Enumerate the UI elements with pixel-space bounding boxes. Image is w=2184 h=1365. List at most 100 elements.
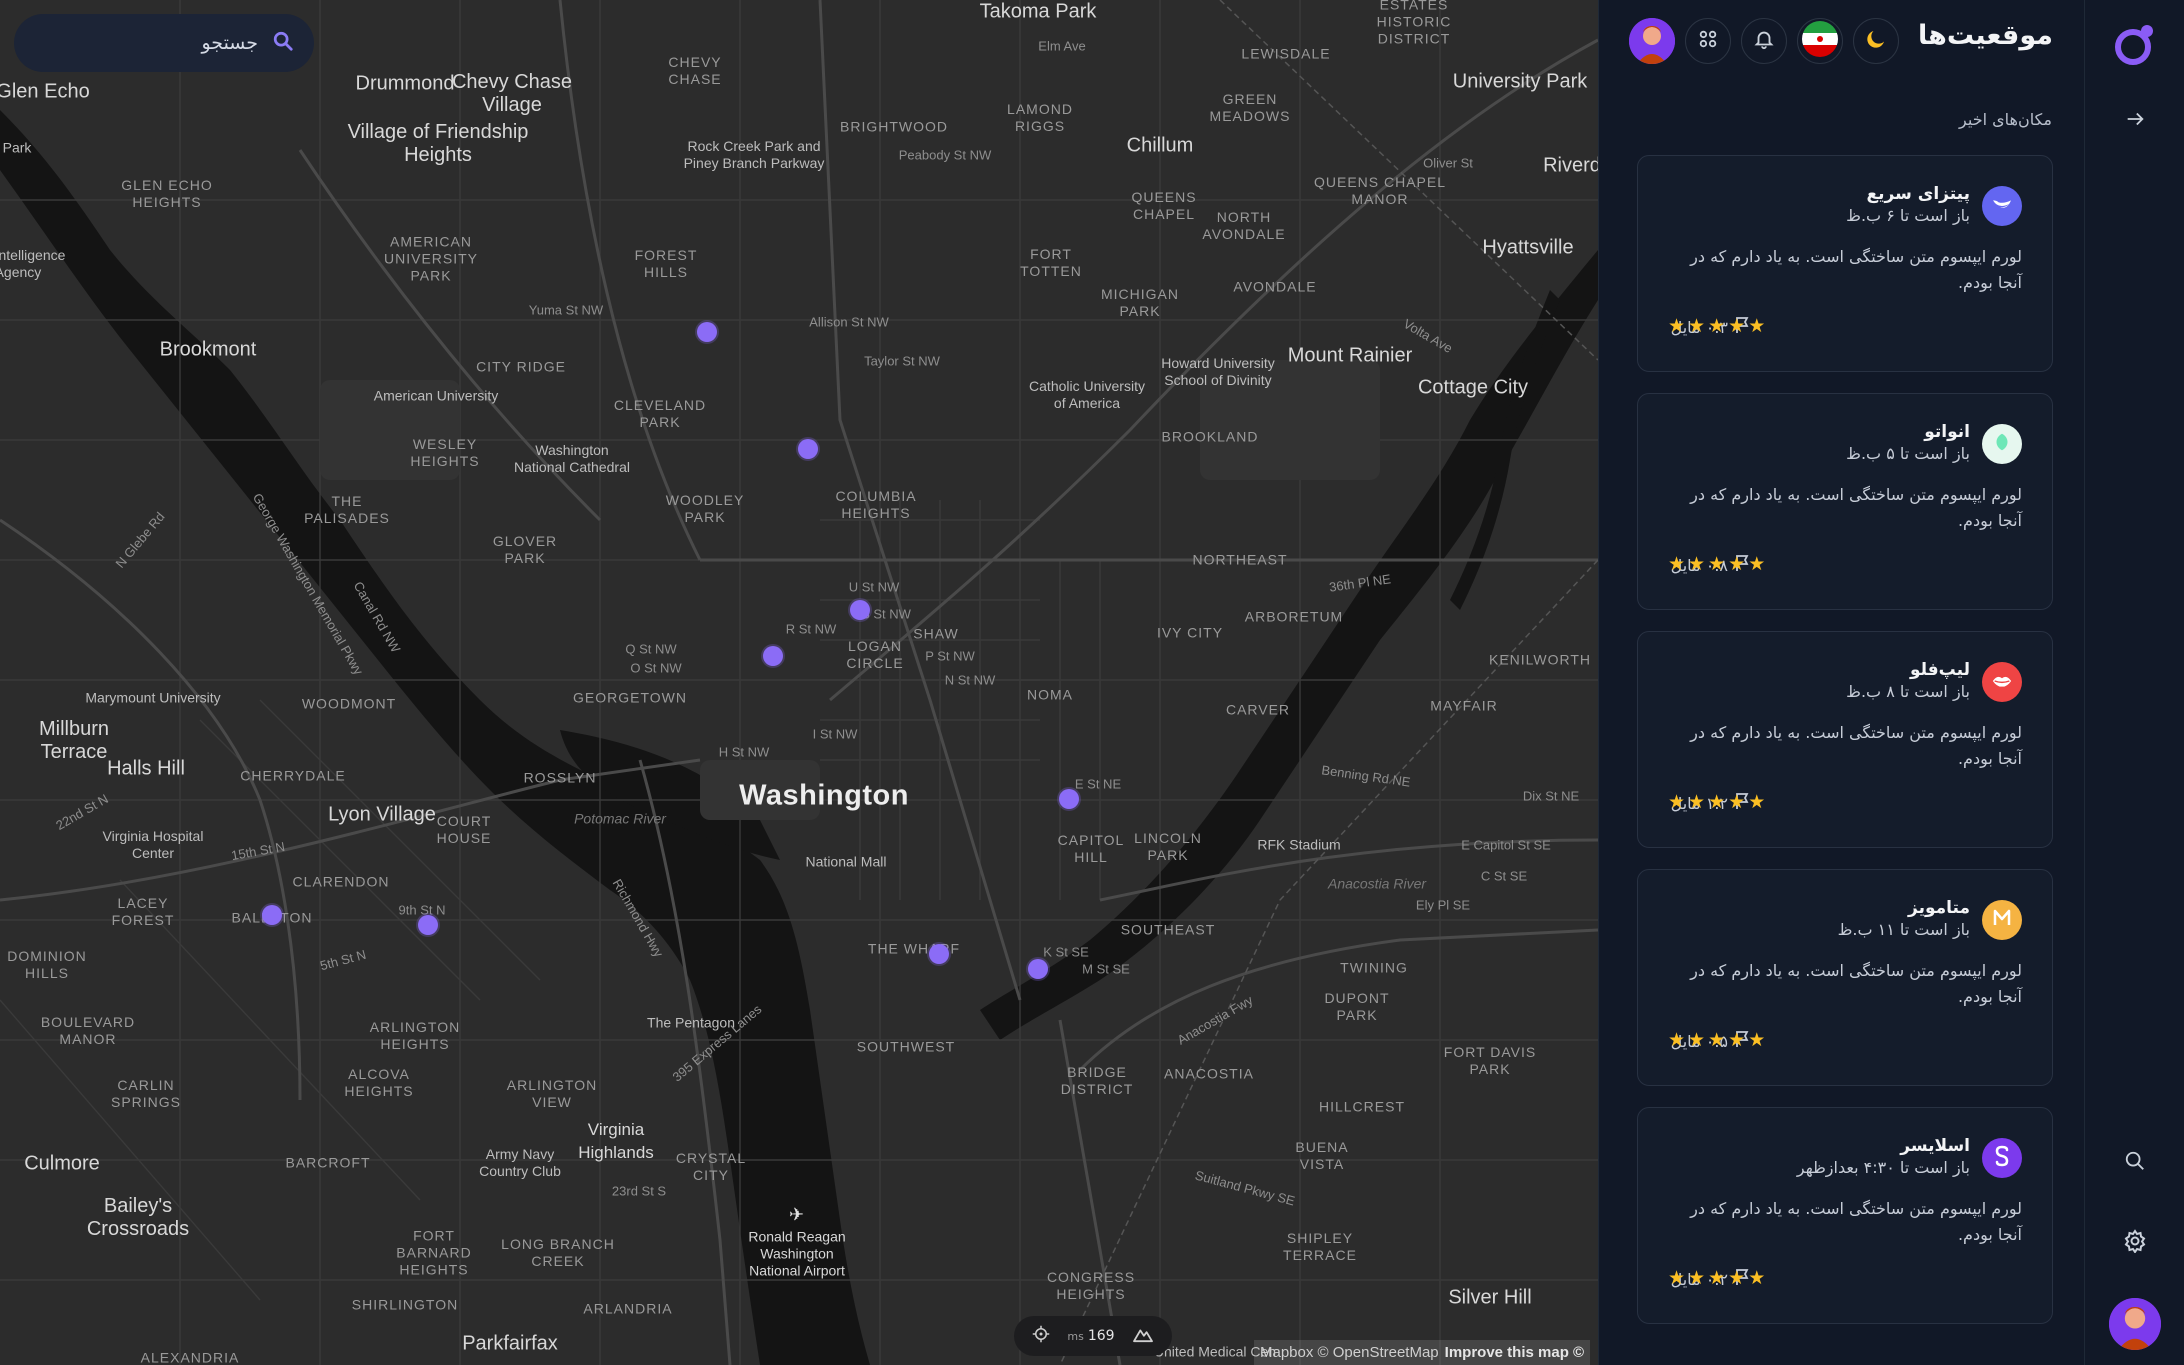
theme-toggle-button[interactable] (1853, 18, 1899, 64)
profile-avatar[interactable] (2109, 1298, 2161, 1350)
map-poi: Marymount University (85, 689, 221, 706)
map-label: CRYSTAL CITY (675, 1150, 747, 1183)
search-input[interactable] (38, 32, 258, 54)
map-label: COURT HOUSE (436, 813, 492, 846)
map-poi: Ronald Reagan Washington National Airpor… (748, 1228, 846, 1279)
location-pin[interactable] (798, 439, 818, 459)
map-label: NORTH AVONDALE (1202, 209, 1286, 242)
map-label: MICHIGAN PARK (1101, 286, 1179, 319)
location-pin[interactable] (929, 944, 949, 964)
expand-panel-button[interactable] (2115, 101, 2155, 141)
map-view[interactable]: Takoma Park Chevy Chase Village Drummond… (0, 0, 1598, 1365)
location-pin[interactable] (850, 600, 870, 620)
map-poi: Catholic University of America (1029, 378, 1145, 411)
map-label: Brookmont (159, 338, 257, 361)
place-card[interactable]: پیتزای سریع باز است تا ۶ ب.ظ لورم ایپسوم… (1637, 155, 2053, 372)
notifications-button[interactable] (1741, 18, 1787, 64)
place-logo (1982, 186, 2022, 226)
place-description: لورم ایپسوم متن ساختگی است. به یاد دارم … (1690, 1199, 2022, 1244)
map-label: LAMOND RIGGS (1007, 101, 1073, 134)
nav-rail (2084, 0, 2184, 1365)
place-card[interactable]: انواتو باز است تا ۵ ب.ظ لورم ایپسوم متن … (1637, 393, 2053, 610)
app-logo[interactable] (2110, 20, 2160, 70)
place-name[interactable]: اسلایسر (1900, 1136, 1970, 1156)
lips-icon (1991, 672, 2013, 693)
s-letter-icon (1994, 1145, 2010, 1172)
map-label: BRIGHTWOOD (840, 118, 948, 135)
map-street: M St SE (1082, 961, 1130, 977)
location-pin[interactable] (262, 905, 282, 925)
map-label: Mount Rainier (1287, 344, 1413, 367)
map-label: ANACOSTIA (1164, 1065, 1254, 1082)
place-hours: باز است تا ۸ ب.ظ (1846, 682, 1970, 701)
star-icon: ★ (1728, 791, 1746, 813)
map-poi: American University (373, 387, 499, 404)
place-description: لورم ایپسوم متن ساختگی است. به یاد دارم … (1690, 961, 2022, 1006)
map-street: U St NW (848, 579, 900, 595)
page-title: موقعیت‌ها (1917, 20, 2053, 51)
location-pin[interactable] (697, 322, 717, 342)
map-label: FORT BARNARD HEIGHTS (396, 1227, 472, 1278)
map-label: FORT DAVIS PARK (1443, 1044, 1537, 1077)
map-label: MAYFAIR (1430, 697, 1498, 714)
place-card[interactable]: اسلایسر باز است تا ۴:۳۰ بعدازظهر لورم ای… (1637, 1107, 2053, 1324)
map-street: E St NE (1074, 776, 1122, 792)
apps-button[interactable] (1685, 18, 1731, 64)
map-street: K St SE (1043, 944, 1089, 960)
map-label: LINCOLN PARK (1134, 830, 1202, 863)
star-icon: ★ (1668, 315, 1686, 337)
terrain-icon[interactable] (1132, 1325, 1154, 1347)
place-hours: باز است تا ۴:۳۰ بعدازظهر (1796, 1158, 1970, 1177)
user-avatar[interactable] (1629, 18, 1675, 64)
map-label: Drummond (355, 72, 455, 95)
place-card[interactable]: متامویز باز است تا ۱۱ ب.ظ لورم ایپسوم مت… (1637, 869, 2053, 1086)
map-label: SHAW (913, 625, 959, 642)
rail-search-button[interactable] (2115, 1143, 2155, 1183)
map-poi: Rock Creek Park and Piney Branch Parkway (683, 138, 825, 171)
place-name[interactable]: انواتو (1924, 422, 1970, 442)
location-pin[interactable] (1059, 789, 1079, 809)
map-poi: Virginia Hospital Center (102, 828, 204, 861)
place-name[interactable]: پیتزای سریع (1867, 184, 1970, 204)
map-search-bar[interactable] (14, 14, 314, 72)
map-poi: Intelligence Agency (0, 247, 66, 280)
star-icon: ★ (1728, 1029, 1746, 1051)
place-card[interactable]: لیپ‌فلو باز است تا ۸ ب.ظ لورم ایپسوم متن… (1637, 631, 2053, 848)
locate-icon[interactable] (1032, 1325, 1050, 1347)
place-name[interactable]: لیپ‌فلو (1910, 660, 1970, 680)
map-label: IVY CITY (1156, 624, 1224, 641)
map-label: Silver Hill (1448, 1286, 1532, 1309)
map-label: GLOVER PARK (492, 533, 558, 566)
map-label: CARVER (1225, 701, 1291, 718)
map-label: BRIDGE DISTRICT (1060, 1064, 1134, 1097)
map-label: Village of Friendship Heights (347, 121, 529, 166)
map-street: Oliver St (1423, 155, 1473, 171)
rating-stars: ★ ★ ★ ★ ★ (1668, 792, 1765, 812)
location-pin[interactable] (418, 915, 438, 935)
star-icon: ★ (1728, 315, 1746, 337)
perf-unit: ms (1067, 1330, 1084, 1343)
m-letter-icon (1992, 908, 2012, 933)
settings-button[interactable] (2115, 1223, 2155, 1263)
map-label: ARLANDRIA (583, 1300, 673, 1317)
improve-map-link[interactable]: Improve this map © (1445, 1344, 1584, 1361)
attribution-text[interactable]: Mapbox © OpenStreetMap (1260, 1344, 1439, 1361)
bell-icon (1753, 28, 1775, 54)
map-label: CITY RIDGE (476, 358, 566, 375)
map-street: Yuma St NW (528, 302, 604, 318)
search-icon[interactable] (272, 30, 294, 56)
location-pin[interactable] (763, 646, 783, 666)
map-street: P St NW (925, 648, 975, 664)
place-name[interactable]: متامویز (1908, 898, 1970, 918)
bird-icon (1991, 195, 2013, 218)
language-button[interactable] (1797, 18, 1843, 64)
map-label: Hyattsville (1482, 236, 1574, 259)
map-label: Chevy Chase Village (451, 71, 573, 116)
map-label: QUEENS CHAPEL (1131, 189, 1197, 222)
map-label: WOODMONT (301, 695, 397, 712)
star-icon: ★ (1708, 791, 1726, 813)
map-street: R St NW (785, 621, 837, 637)
map-label: CHEVY CHASE (668, 54, 722, 87)
star-icon: ★ (1728, 553, 1746, 575)
location-pin[interactable] (1028, 959, 1048, 979)
